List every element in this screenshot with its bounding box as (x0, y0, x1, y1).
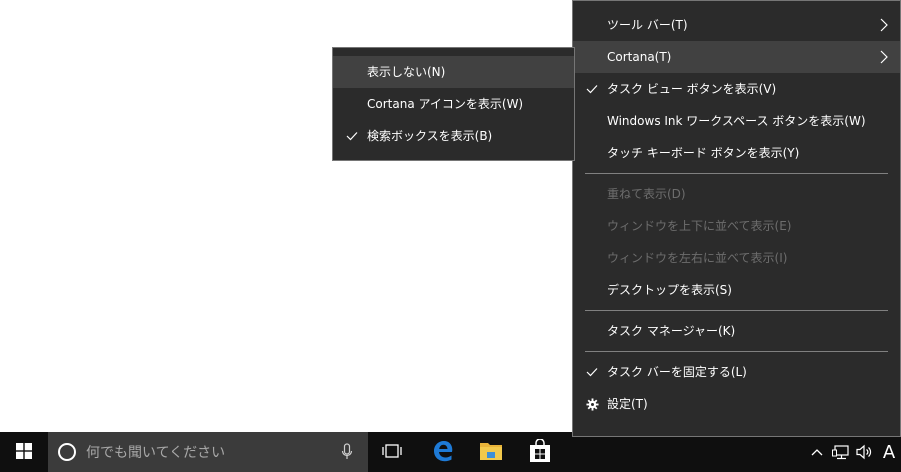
ime-mode-indicator[interactable]: A (877, 432, 901, 472)
menu-item-show-desktop[interactable]: デスクトップを表示(S) (573, 274, 900, 306)
menu-item-label: 重ねて表示(D) (607, 187, 686, 201)
file-explorer-taskbar-button[interactable] (468, 432, 514, 472)
menu-item-task-manager[interactable]: タスク マネージャー(K) (573, 315, 900, 347)
cortana-icon (58, 443, 76, 461)
microphone-icon[interactable] (332, 443, 362, 461)
search-box[interactable]: 何でも聞いてください (48, 432, 368, 472)
menu-item-label: タッチ キーボード ボタンを表示(Y) (607, 146, 800, 160)
store-taskbar-button[interactable] (516, 432, 564, 472)
menu-item-label: デスクトップを表示(S) (607, 283, 732, 297)
menu-item-show-task-view-button[interactable]: タスク ビュー ボタンを表示(V) (573, 73, 900, 105)
checkmark-icon (585, 73, 599, 105)
menu-item-toolbar[interactable]: ツール バー(T) (573, 9, 900, 41)
submenu-item-show-search-box[interactable]: 検索ボックスを表示(B) (333, 120, 574, 152)
menu-item-settings[interactable]: 設定(T) (573, 388, 900, 420)
menu-item-label: 設定(T) (607, 397, 648, 411)
menu-item-label: Windows Ink ワークスペース ボタンを表示(W) (607, 114, 866, 128)
edge-taskbar-button[interactable] (420, 432, 466, 472)
gear-icon (585, 388, 599, 420)
edge-icon (431, 439, 455, 466)
menu-item-label: ウィンドウを上下に並べて表示(E) (607, 219, 792, 233)
file-explorer-icon (479, 440, 503, 465)
search-placeholder: 何でも聞いてください (86, 445, 226, 461)
submenu-item-show-cortana-icon[interactable]: Cortana アイコンを表示(W) (333, 88, 574, 120)
menu-separator (585, 173, 888, 174)
task-view-icon (381, 443, 403, 462)
taskbar-context-menu: ツール バー(T) Cortana(T) タスク ビュー ボタンを表示(V) W… (572, 0, 901, 437)
chevron-right-icon (880, 9, 888, 41)
menu-item-show-windows-ink-button[interactable]: Windows Ink ワークスペース ボタンを表示(W) (573, 105, 900, 137)
menu-item-label: 表示しない(N) (367, 65, 446, 79)
menu-item-label: 検索ボックスを表示(B) (367, 129, 493, 143)
menu-item-label: ツール バー(T) (607, 18, 688, 32)
checkmark-icon (345, 120, 359, 152)
chevron-up-icon[interactable] (805, 432, 829, 472)
cortana-submenu: 表示しない(N) Cortana アイコンを表示(W) 検索ボックスを表示(B) (332, 47, 575, 161)
store-icon (529, 437, 551, 466)
taskbar: 何でも聞いてください A (0, 432, 901, 472)
system-tray: A (805, 432, 901, 472)
menu-item-label: ウィンドウを左右に並べて表示(I) (607, 251, 788, 265)
task-view-button[interactable] (368, 432, 416, 472)
chevron-right-icon (880, 41, 888, 73)
menu-item-stack-windows[interactable]: ウィンドウを上下に並べて表示(E) (573, 210, 900, 242)
menu-separator (585, 351, 888, 352)
menu-item-show-touch-keyboard-button[interactable]: タッチ キーボード ボタンを表示(Y) (573, 137, 900, 169)
checkmark-icon (585, 356, 599, 388)
menu-item-label: Cortana アイコンを表示(W) (367, 97, 524, 111)
menu-item-cascade-windows[interactable]: 重ねて表示(D) (573, 178, 900, 210)
start-button[interactable] (0, 432, 48, 472)
menu-item-label: Cortana(T) (607, 50, 672, 64)
menu-separator (585, 310, 888, 311)
volume-icon[interactable] (853, 432, 877, 472)
menu-item-lock-taskbar[interactable]: タスク バーを固定する(L) (573, 356, 900, 388)
menu-item-label: タスク ビュー ボタンを表示(V) (607, 82, 777, 96)
menu-item-label: タスク マネージャー(K) (607, 324, 736, 338)
windows-logo-icon (16, 442, 32, 462)
menu-item-label: タスク バーを固定する(L) (607, 365, 747, 379)
submenu-item-hidden[interactable]: 表示しない(N) (333, 56, 574, 88)
menu-item-cortana[interactable]: Cortana(T) (573, 41, 900, 73)
menu-item-side-by-side-windows[interactable]: ウィンドウを左右に並べて表示(I) (573, 242, 900, 274)
network-icon[interactable] (829, 432, 853, 472)
